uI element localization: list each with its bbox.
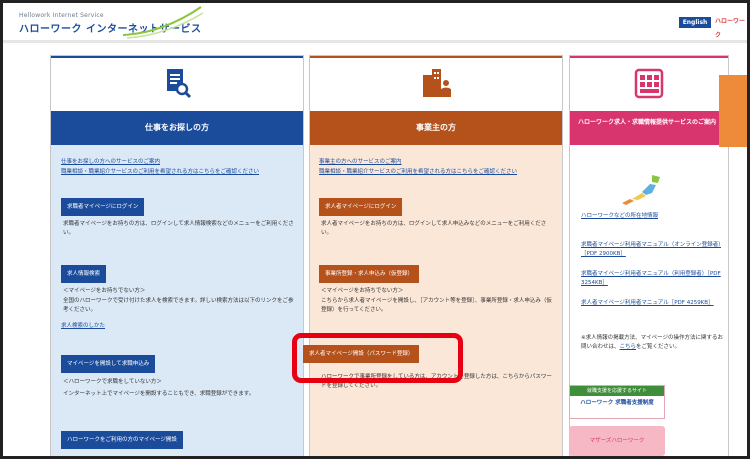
site-header: Hellowork Internet Service ハローワーク インターネッ… <box>3 3 747 43</box>
job-support-banner-top: 就職支援を応援するサイト <box>570 386 664 396</box>
hellowork-link[interactable]: ハローワーク <box>715 15 745 39</box>
employer-login-button[interactable]: 求人者マイページにログイン <box>319 198 403 216</box>
job-seeker-register-button[interactable]: マイページを開設して求職申込み <box>61 355 156 373</box>
employer-column: 事業主の方 <box>309 55 563 456</box>
employer-title[interactable]: 事業主の方 <box>310 111 562 145</box>
calendar-grid-icon <box>634 68 664 99</box>
job-seeker-register-text: インターネット上でマイページを開設することもでき、求職登録ができます。 <box>63 391 255 397</box>
job-seeker-title[interactable]: 仕事をお探しの方 <box>51 111 303 145</box>
employer-login-text: 求人者マイページをお持ちの方は、ログインして求人申込みなどのメニューをご利用くだ… <box>321 221 547 236</box>
privacy-text-end: をご覧ください。 <box>636 344 681 350</box>
job-seeker-no-mypage-label: ＜マイページをお持ちでない方＞ <box>63 288 146 294</box>
job-search-button[interactable]: 求人情報検索 <box>61 265 107 283</box>
job-seeker-service-link[interactable]: 仕事をお探しの方へのサービスのご案内 <box>61 157 160 165</box>
job-seeker-login-text: 求職者マイページをお持ちの方は、ログインして求人情報検索などのメニューをご利用く… <box>63 221 294 236</box>
office-location-link[interactable]: ハローワークなどの所在地情報 <box>581 211 658 219</box>
manual-link-online[interactable]: 求職者マイページ利用者マニュアル（オンライン登録者）［PDF 2900KB］ <box>581 241 723 259</box>
no-hellowork-label: ＜ハローワークで求職をしていない方＞ <box>63 379 162 385</box>
building-person-icon <box>423 69 451 97</box>
job-seeker-login-button[interactable]: 求職者マイページにログイン <box>61 198 145 216</box>
logo-swoosh-icon <box>123 6 203 39</box>
document-search-icon <box>167 69 192 99</box>
services-title[interactable]: ハローワーク求人・求職情報提供サービスのご案内 <box>570 111 728 145</box>
manual-link-employer[interactable]: 求人者マイページ利用者マニュアル［PDF 4259KB］ <box>581 299 723 308</box>
hellowork-user-mypage-button[interactable]: ハローワークをご利用の方のマイページ開設 <box>61 431 183 449</box>
employer-service-link[interactable]: 事業主の方へのサービスのご案内 <box>319 157 402 165</box>
browser-frame: Hellowork Internet Service ハローワーク インターネッ… <box>0 0 750 459</box>
services-icon-area <box>570 56 728 106</box>
side-orange-tab[interactable] <box>719 75 747 147</box>
privacy-inquiry-text: ※求人情報の掲載方法、マイページの操作方法に関するお問い合わせは、こちらをご覧く… <box>581 334 723 352</box>
highlight-annotation <box>292 333 463 383</box>
manual-link-registered[interactable]: 求職者マイページ利用者マニュアル（利用登録者）［PDF 3254KB］ <box>581 270 723 288</box>
japan-map-icon <box>622 175 660 205</box>
employer-register-text: こちらから求人者マイページを開設し、［アカウント等を登録］、事業所登録・求人申込… <box>321 298 552 313</box>
employer-no-mypage-label: ＜マイページをお持ちでない方＞ <box>321 288 404 294</box>
job-support-banner-title: ハローワーク 求職者支援制度 <box>580 400 654 406</box>
mothers-hellowork-banner[interactable]: マザーズハローワーク <box>569 426 665 456</box>
here-link[interactable]: こちら <box>620 344 637 350</box>
employer-consult-link[interactable]: 職業相談・職業紹介サービスのご利用を希望される方はこちらをご確認ください <box>319 167 555 175</box>
job-support-banner[interactable]: 就職支援を応援するサイト ハローワーク 求職者支援制度 <box>569 385 665 419</box>
employer-icon-area <box>310 56 562 106</box>
english-button[interactable]: English <box>679 17 711 28</box>
job-seeker-icon-area <box>51 56 303 106</box>
how-to-search-link[interactable]: 求人検索のしかた <box>61 321 105 329</box>
job-seeker-consult-link[interactable]: 職業相談・職業紹介サービスのご利用を希望される方はこちらをご確認ください <box>61 167 297 175</box>
job-search-text: 全国のハローワークで受け付けた求人を検索できます。詳しい検索方法は以下のリンクを… <box>63 298 294 313</box>
employer-register-button[interactable]: 事業所登録・求人申込み（仮登録） <box>319 265 420 283</box>
logo-subtitle: Hellowork Internet Service <box>19 12 104 19</box>
